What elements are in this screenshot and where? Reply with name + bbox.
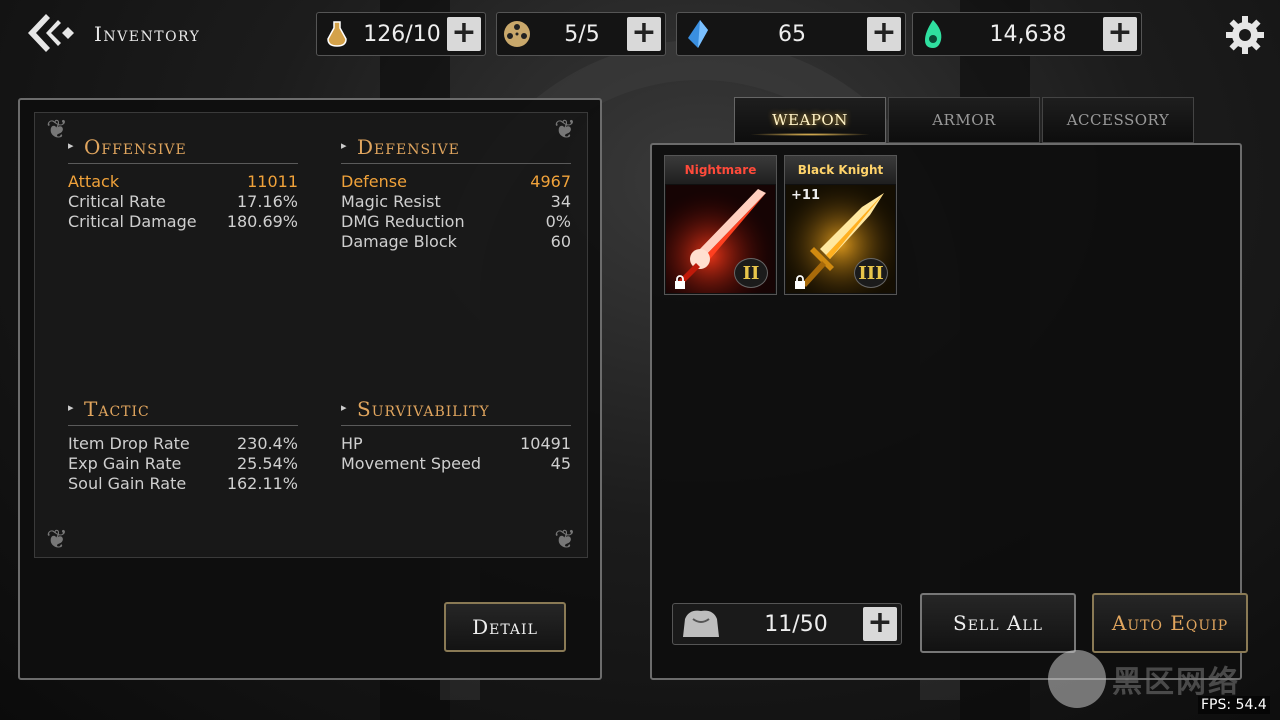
- item-level: +11: [791, 188, 820, 203]
- stat-row: Magic Resist 34: [341, 192, 571, 211]
- tier-badge: III: [854, 258, 888, 288]
- tickets-value: 5/5: [564, 21, 600, 47]
- tab-weapon[interactable]: WEAPON: [734, 97, 886, 143]
- stat-row: Critical Damage 180.69%: [68, 212, 298, 231]
- resource-stamina: 126/10 +: [316, 12, 486, 56]
- item-name: Black Knight: [785, 156, 896, 184]
- bullet-icon: ▸: [68, 401, 75, 414]
- item-slot-black-knight[interactable]: Black Knight +11 III: [784, 155, 897, 295]
- survivability-stats: ▸ Survivability HP 10491 Movement Speed 45: [341, 397, 571, 474]
- stats-panel: ❦ ❦ ❦ ❦ ▸ Offensive Attack 11011 Critical …: [18, 98, 602, 680]
- stat-row: Movement Speed 45: [341, 454, 571, 473]
- add-soul-button[interactable]: +: [1103, 17, 1137, 51]
- blue-crystal-icon: [677, 14, 717, 54]
- bullet-icon: ▸: [341, 139, 348, 152]
- fps-counter: FPS: 54.4: [1198, 696, 1270, 714]
- stat-row: Exp Gain Rate 25.54%: [68, 454, 298, 473]
- stamina-potion-icon: [317, 14, 357, 54]
- stamina-value: 126/10: [363, 21, 441, 47]
- expand-bag-button[interactable]: +: [863, 607, 897, 641]
- bullet-icon: ▸: [341, 401, 348, 414]
- stats-frame: ❦ ❦ ❦ ❦ ▸ Offensive Attack 11011 Critical …: [34, 112, 588, 558]
- bullet-icon: ▸: [68, 139, 75, 152]
- stat-row: Damage Block 60: [341, 232, 571, 251]
- stat-row: Item Drop Rate 230.4%: [68, 434, 298, 453]
- page-title: Inventory: [94, 22, 201, 46]
- item-name: Nightmare: [665, 156, 776, 184]
- watermark-logo-icon: [1048, 650, 1106, 708]
- film-reel-icon: [497, 14, 537, 54]
- tier-badge: II: [734, 258, 768, 288]
- ornament-icon: ❦: [554, 525, 576, 555]
- tab-armor[interactable]: ARMOR: [888, 97, 1040, 143]
- resource-crystal: 65 +: [676, 12, 906, 56]
- stat-row: Attack 11011: [68, 172, 298, 191]
- gear-icon[interactable]: [1224, 14, 1266, 56]
- lock-icon: [793, 274, 807, 289]
- offensive-title: Offensive: [84, 135, 187, 159]
- stat-row: HP 10491: [341, 434, 571, 453]
- back-logo-icon[interactable]: [20, 10, 76, 56]
- resource-soul: 14,638 +: [912, 12, 1142, 56]
- bag-value: 11/50: [764, 611, 828, 637]
- green-soul-icon: [913, 14, 953, 54]
- resource-tickets: 5/5 +: [496, 12, 666, 56]
- sell-all-button[interactable]: Sell All: [920, 593, 1076, 653]
- inventory-panel: Nightmare II Black Knight +11 III 11/50 …: [650, 143, 1248, 680]
- stat-row: DMG Reduction 0%: [341, 212, 571, 231]
- bag-capacity: 11/50 +: [672, 603, 902, 645]
- detail-button[interactable]: Detail: [444, 602, 566, 652]
- bag-icon: [673, 604, 729, 644]
- tab-accessory[interactable]: ACCESSORY: [1042, 97, 1194, 143]
- item-slot-nightmare[interactable]: Nightmare II: [664, 155, 777, 295]
- defensive-stats: ▸ Defensive Defense 4967 Magic Resist 34 DM…: [341, 135, 571, 252]
- tactic-title: Tactic: [84, 397, 150, 421]
- offensive-stats: ▸ Offensive Attack 11011 Critical Rate 17.1…: [68, 135, 298, 232]
- add-tickets-button[interactable]: +: [627, 17, 661, 51]
- crystal-value: 65: [778, 21, 806, 47]
- stat-row: Defense 4967: [341, 172, 571, 191]
- ornament-icon: ❦: [46, 525, 68, 555]
- add-crystal-button[interactable]: +: [867, 17, 901, 51]
- survivability-title: Survivability: [357, 397, 490, 421]
- lock-icon: [673, 274, 687, 289]
- add-stamina-button[interactable]: +: [447, 17, 481, 51]
- defensive-title: Defensive: [357, 135, 460, 159]
- auto-equip-button[interactable]: Auto Equip: [1092, 593, 1248, 653]
- stat-row: Soul Gain Rate 162.11%: [68, 474, 298, 493]
- soul-value: 14,638: [989, 21, 1067, 47]
- tactic-stats: ▸ Tactic Item Drop Rate 230.4% Exp Gain Ra…: [68, 397, 298, 494]
- stat-row: Critical Rate 17.16%: [68, 192, 298, 211]
